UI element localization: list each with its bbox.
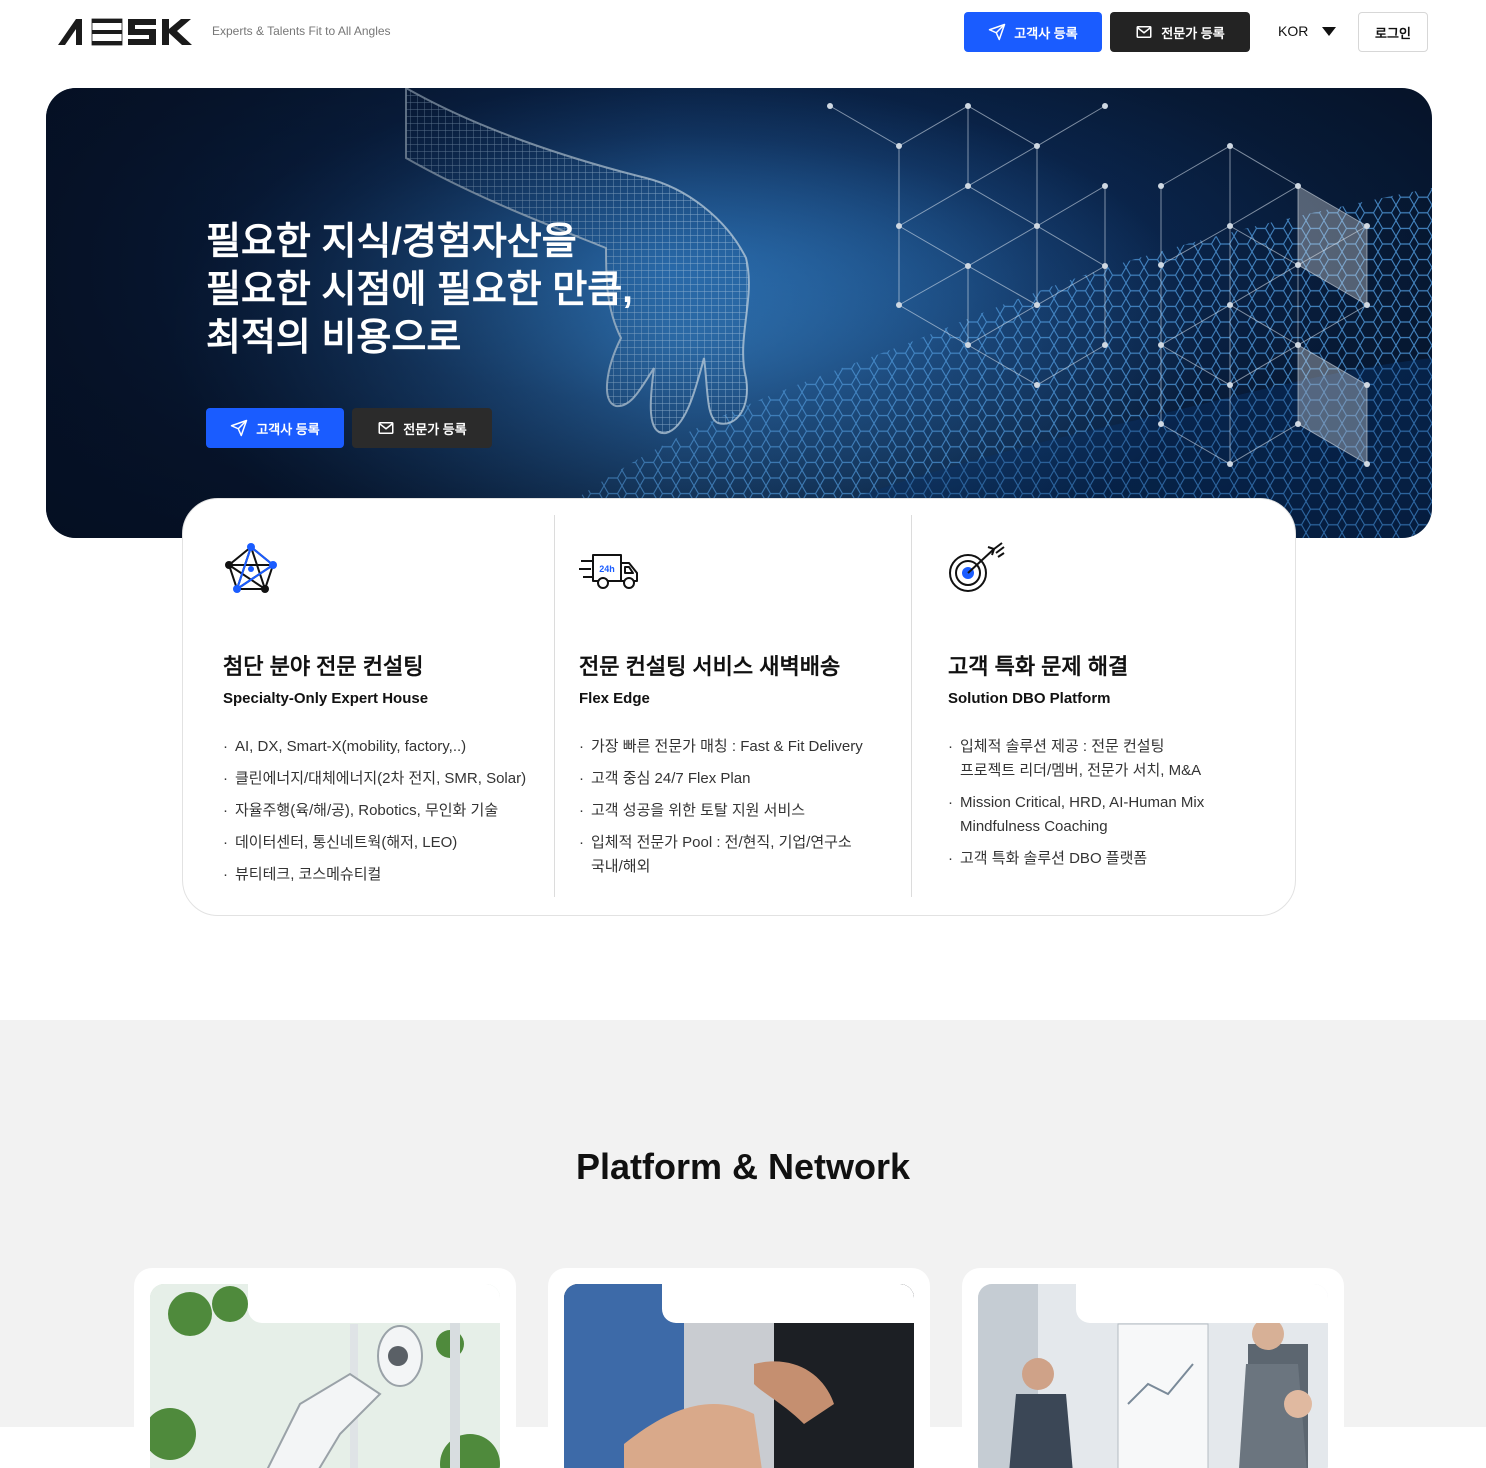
feature-list-item: 뷰티테크, 코스메슈티컬 [223, 863, 526, 887]
section-title: Platform & Network [575, 1146, 911, 1187]
client-register-button[interactable]: 고객사 등록 [964, 12, 1102, 52]
feature-item-text: AI, DX, Smart-X(mobility, factory,..) [235, 738, 467, 755]
feature-item-text: 고객 중심 24/7 Flex Plan [591, 770, 751, 787]
feature-subtitle: Flex Edge [579, 690, 650, 707]
feature-title: 첨단 분야 전문 컨설팅 [223, 654, 424, 679]
platform-section: Platform & Network [0, 1020, 1486, 1468]
feature-list: AI, DX, Smart-X(mobility, factory,..) 클린… [223, 735, 526, 895]
feature-item-text: Mindfulness Coaching [960, 818, 1108, 835]
hero-title-line: 최적의 비용으로 [206, 317, 462, 359]
feature-list-item: 데이터센터, 통신네트웍(해저, LEO) [223, 831, 526, 855]
feature-customer-solution: 고객 특화 문제 해결 Solution DBO Platform 입체적 솔루… [948, 499, 1268, 917]
hero-expert-register-button[interactable]: 전문가 등록 [352, 408, 492, 448]
team-hands-meeting-photo [564, 1284, 914, 1468]
paper-plane-icon [989, 23, 1006, 41]
column-divider [911, 515, 912, 897]
hero-expert-register-label: 전문가 등록 [403, 421, 467, 437]
feature-title: 고객 특화 문제 해결 [948, 654, 1129, 679]
hero-client-register-button[interactable]: 고객사 등록 [206, 408, 344, 448]
feature-list-item: 입체적 솔루션 제공 : 전문 컨설팅프로젝트 리더/멤버, 전문가 서치, M… [948, 735, 1204, 783]
hero-title-line: 필요한 지식/경험자산을 [206, 221, 577, 263]
feature-list-item: 고객 중심 24/7 Flex Plan [579, 767, 863, 791]
feature-item-text: 국내/해외 [591, 858, 651, 875]
hero-title-line: 필요한 시점에 필요한 만큼, [206, 269, 633, 311]
feature-item-text: 고객 특화 솔루션 DBO 플랫폼 [960, 850, 1148, 867]
feature-item-text: 프로젝트 리더/멤버, 전문가 서치, M&A [960, 762, 1202, 779]
site-header: Experts & Talents Fit to All Angles 고객사 … [0, 0, 1486, 64]
platform-card[interactable] [134, 1268, 516, 1468]
presentation-meeting-photo [978, 1284, 1328, 1468]
hero-title: 필요한 지식/경험자산을 필요한 시점에 필요한 만큼, 최적의 비용으로 [206, 218, 633, 362]
feature-specialty-consulting: 첨단 분야 전문 컨설팅 Specialty-Only Expert House… [223, 499, 553, 917]
feature-subtitle: Solution DBO Platform [948, 690, 1111, 707]
feature-item-text: 데이터센터, 통신네트웍(해저, LEO) [235, 834, 458, 851]
feature-list: 가장 빠른 전문가 매칭 : Fast & Fit Delivery 고객 중심… [579, 735, 863, 887]
robot-arm-plants-photo [150, 1284, 500, 1468]
feature-item-text: 고객 성공을 위한 토탈 지원 서비스 [591, 802, 806, 819]
platform-card[interactable] [962, 1268, 1344, 1468]
delivery-truck-24h-icon: 24h [579, 554, 638, 589]
client-register-label: 고객사 등록 [1014, 25, 1078, 41]
feature-item-text: 가장 빠른 전문가 매칭 : Fast & Fit Delivery [591, 738, 863, 755]
caret-down-icon [1322, 26, 1337, 36]
feature-item-text: 입체적 솔루션 제공 : 전문 컨설팅 [960, 738, 1165, 755]
feature-flex-edge: 24h 전문 컨설팅 서비스 새벽배송 Flex Edge 가장 빠른 전문가 … [579, 499, 899, 917]
login-button[interactable]: 로그인 [1358, 12, 1428, 52]
feature-subtitle: Specialty-Only Expert House [223, 690, 429, 707]
platform-card[interactable] [548, 1268, 930, 1468]
expert-register-button[interactable]: 전문가 등록 [1110, 12, 1250, 52]
feature-list-item: 자율주행(육/해/공), Robotics, 무인화 기술 [223, 799, 526, 823]
tagline: Experts & Talents Fit to All Angles [212, 24, 391, 38]
paper-plane-icon [231, 419, 248, 437]
feature-item-text: 뷰티테크, 코스메슈티컬 [235, 866, 382, 883]
feature-item-text: 입체적 전문가 Pool : 전/현직, 기업/연구소 [591, 834, 852, 851]
target-arrow-icon [949, 542, 1005, 592]
mail-icon [1136, 26, 1152, 38]
feature-list-item: 가장 빠른 전문가 매칭 : Fast & Fit Delivery [579, 735, 863, 759]
feature-list-item: 입체적 전문가 Pool : 전/현직, 기업/연구소국내/해외 [579, 831, 863, 879]
feature-list-item: Mission Critical, HRD, AI-Human Mix Mindf… [948, 791, 1204, 839]
feature-item-text: Mission Critical, HRD, AI-Human Mix [960, 794, 1205, 811]
feature-list: 입체적 솔루션 제공 : 전문 컨설팅프로젝트 리더/멤버, 전문가 서치, M… [948, 735, 1204, 879]
feature-list-item: AI, DX, Smart-X(mobility, factory,..) [223, 735, 526, 759]
language-label: KOR [1278, 23, 1309, 39]
hero-banner: 필요한 지식/경험자산을 필요한 시점에 필요한 만큼, 최적의 비용으로 고객… [46, 88, 1432, 538]
hero-client-register-label: 고객사 등록 [256, 421, 320, 437]
mail-icon [378, 422, 394, 434]
column-divider [554, 515, 555, 897]
truck-badge-text: 24h [599, 564, 615, 574]
feature-item-text: 자율주행(육/해/공), Robotics, 무인화 기술 [235, 802, 499, 819]
feature-item-text: 클린에너지/대체에너지(2차 전지, SMR, Solar) [235, 770, 527, 787]
expert-register-label: 전문가 등록 [1161, 25, 1225, 41]
feature-list-item: 고객 특화 솔루션 DBO 플랫폼 [948, 847, 1204, 871]
feature-list-item: 고객 성공을 위한 토탈 지원 서비스 [579, 799, 863, 823]
feature-title: 전문 컨설팅 서비스 새벽배송 [579, 654, 841, 679]
network-pentagon-icon [225, 543, 277, 593]
logo[interactable] [56, 16, 196, 48]
language-selector[interactable]: KOR [1278, 23, 1337, 39]
features-card: 첨단 분야 전문 컨설팅 Specialty-Only Expert House… [182, 498, 1296, 916]
feature-list-item: 클린에너지/대체에너지(2차 전지, SMR, Solar) [223, 767, 526, 791]
